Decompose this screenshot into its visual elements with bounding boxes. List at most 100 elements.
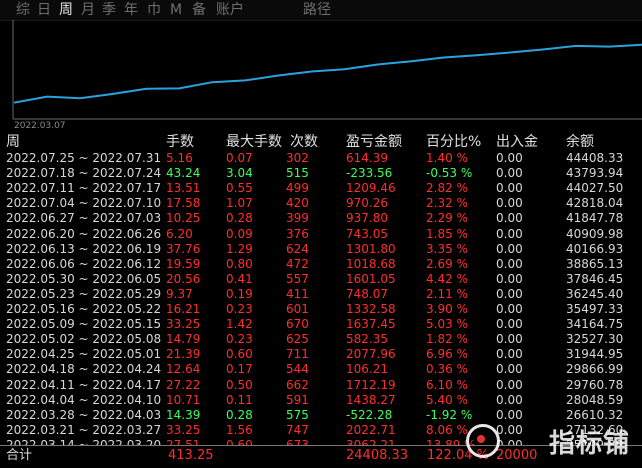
- cell-max_lots: 1.29: [226, 241, 253, 256]
- cell-balance: 28048.59: [566, 392, 624, 407]
- cell-period: 2022.04.04 ~ 2022.04.10: [6, 392, 162, 407]
- cell-pct: 5.03 %: [426, 317, 468, 332]
- cell-pct: -0.53 %: [426, 166, 473, 181]
- tab-1[interactable]: 日: [37, 1, 51, 19]
- tab-10[interactable]: 路径: [303, 1, 331, 19]
- total-row: 合计 413.25 24408.33 122.04 % 20000: [0, 445, 642, 465]
- chart-start-date: 2022.03.07: [14, 121, 66, 131]
- table-row[interactable]: 2022.06.13 ~ 2022.06.19 37.76 1.29 624 1301.…: [0, 242, 642, 257]
- cell-balance: 31944.95: [566, 347, 624, 362]
- cell-pct: 6.10 %: [426, 377, 468, 392]
- cell-pct: 1.85 %: [426, 226, 468, 241]
- tab-9[interactable]: 账户: [216, 1, 244, 19]
- table-row[interactable]: 2022.06.27 ~ 2022.07.03 10.25 0.28 399 937.8…: [0, 211, 642, 226]
- table-row[interactable]: 2022.06.06 ~ 2022.06.12 19.59 0.80 472 1018.…: [0, 257, 642, 272]
- cell-flow: 0.00: [496, 166, 523, 181]
- table-row[interactable]: 2022.03.21 ~ 2022.03.27 33.25 1.56 747 2022.…: [0, 423, 642, 438]
- cell-balance: 32527.30: [566, 332, 624, 347]
- cell-flow: 0.00: [496, 181, 523, 196]
- total-label: 合计: [6, 448, 33, 463]
- cell-pnl: 1301.80: [346, 241, 396, 256]
- cell-pnl: 1637.45: [346, 317, 396, 332]
- cell-lots: 14.39: [166, 407, 201, 422]
- cell-count: 601: [286, 302, 309, 316]
- cell-balance: 38865.13: [566, 256, 624, 271]
- cell-lots: 14.79: [166, 332, 201, 347]
- cell-count: 557: [286, 271, 309, 286]
- tab-2[interactable]: 周: [59, 1, 73, 19]
- cell-pnl: -233.56: [346, 166, 393, 181]
- cell-max_lots: 0.50: [226, 377, 253, 392]
- cell-pnl: 1332.58: [346, 302, 396, 316]
- tab-6[interactable]: 巾: [147, 1, 161, 19]
- watermark-logo-icon: [466, 424, 500, 458]
- cell-lots: 9.37: [166, 286, 193, 301]
- cell-balance: 41847.78: [566, 211, 624, 226]
- column-header-4[interactable]: 盈亏金额: [346, 134, 402, 151]
- cell-period: 2022.07.04 ~ 2022.07.10: [6, 196, 162, 211]
- cell-period: 2022.05.30 ~ 2022.06.05: [6, 271, 162, 286]
- cell-max_lots: 0.28: [226, 211, 253, 226]
- cell-pct: 1.40 %: [426, 151, 468, 165]
- cell-count: 591: [286, 392, 309, 407]
- total-pnl: 24408.33: [346, 448, 409, 463]
- cell-pnl: 2022.71: [346, 422, 396, 437]
- cell-max_lots: 0.17: [226, 362, 253, 377]
- cell-lots: 27.22: [166, 377, 201, 392]
- cell-pct: 4.42 %: [426, 271, 468, 286]
- cell-flow: 0.00: [496, 271, 523, 286]
- table-row[interactable]: 2022.05.02 ~ 2022.05.08 14.79 0.23 625 582.3…: [0, 332, 642, 347]
- cell-pct: 1.82 %: [426, 332, 468, 347]
- cell-period: 2022.03.28 ~ 2022.04.03: [6, 407, 162, 422]
- table-row[interactable]: 2022.04.25 ~ 2022.05.01 21.39 0.60 711 2077.…: [0, 347, 642, 362]
- cell-count: 670: [286, 317, 309, 332]
- cell-flow: 0.00: [496, 377, 523, 392]
- cell-flow: 0.00: [496, 392, 523, 407]
- column-header-5[interactable]: 百分比%: [426, 134, 481, 151]
- table-row[interactable]: 2022.06.20 ~ 2022.06.26 6.20 0.09 376 743.05…: [0, 227, 642, 242]
- table-row[interactable]: 2022.05.09 ~ 2022.05.15 33.25 1.42 670 1637.…: [0, 317, 642, 332]
- tab-5[interactable]: 年: [124, 1, 138, 19]
- column-header-3[interactable]: 次数: [290, 134, 318, 151]
- cell-pnl: 106.21: [346, 362, 388, 377]
- cell-max_lots: 1.42: [226, 317, 253, 332]
- table-row[interactable]: 2022.04.18 ~ 2022.04.24 12.64 0.17 544 106.2…: [0, 362, 642, 377]
- cell-flow: 0.00: [496, 317, 523, 332]
- cell-period: 2022.07.11 ~ 2022.07.17: [6, 181, 162, 196]
- column-header-1[interactable]: 手数: [166, 134, 194, 151]
- column-header-6[interactable]: 出入金: [496, 134, 538, 151]
- period-tab-bar: 综日周月季年巾 M 备账户 路径: [0, 0, 642, 21]
- table-row[interactable]: 2022.07.11 ~ 2022.07.17 13.51 0.55 499 1209.…: [0, 181, 642, 196]
- column-header-2[interactable]: 最大手数: [226, 134, 282, 151]
- table-row[interactable]: 2022.03.28 ~ 2022.04.03 14.39 0.28 575 -522.…: [0, 408, 642, 423]
- cell-balance: 40166.93: [566, 241, 624, 256]
- tab-3[interactable]: 月: [81, 1, 95, 19]
- cell-pct: 3.35 %: [426, 241, 468, 256]
- table-row[interactable]: 2022.07.18 ~ 2022.07.24 43.24 3.04 515 -233.…: [0, 166, 642, 181]
- cell-period: 2022.06.27 ~ 2022.07.03: [6, 211, 162, 226]
- table-row[interactable]: 2022.07.04 ~ 2022.07.10 17.58 1.07 420 970.2…: [0, 196, 642, 211]
- table-row[interactable]: 2022.05.16 ~ 2022.05.22 16.21 0.23 601 1332.…: [0, 302, 642, 317]
- column-header-0[interactable]: 周: [6, 134, 20, 151]
- column-header-7[interactable]: 余额: [566, 134, 594, 151]
- cell-flow: 0.00: [496, 407, 523, 422]
- cell-pnl: 937.80: [346, 211, 388, 226]
- cell-count: 302: [286, 151, 309, 165]
- tab-4[interactable]: 季: [102, 1, 116, 19]
- cell-lots: 37.76: [166, 241, 201, 256]
- cell-pnl: 1601.05: [346, 271, 396, 286]
- watermark-text: 指标铺: [548, 429, 630, 459]
- cell-pnl: -522.28: [346, 407, 393, 422]
- cell-pct: 2.69 %: [426, 256, 468, 271]
- table-row[interactable]: 2022.04.11 ~ 2022.04.17 27.22 0.50 662 1712.…: [0, 378, 642, 393]
- tab-7[interactable]: M: [170, 1, 182, 19]
- cell-max_lots: 0.41: [226, 271, 253, 286]
- tab-8[interactable]: 备: [192, 1, 206, 19]
- table-row[interactable]: 2022.05.23 ~ 2022.05.29 9.37 0.19 411 748.07…: [0, 287, 642, 302]
- cell-pnl: 582.35: [346, 332, 388, 347]
- tab-0[interactable]: 综: [16, 1, 30, 19]
- table-row[interactable]: 2022.04.04 ~ 2022.04.10 10.71 0.11 591 1438.…: [0, 393, 642, 408]
- cell-count: 575: [286, 407, 309, 422]
- table-row[interactable]: 2022.05.30 ~ 2022.06.05 20.56 0.41 557 1601.…: [0, 272, 642, 287]
- table-row[interactable]: 2022.07.25 ~ 2022.07.31 5.16 0.07 302 614.39…: [0, 151, 642, 166]
